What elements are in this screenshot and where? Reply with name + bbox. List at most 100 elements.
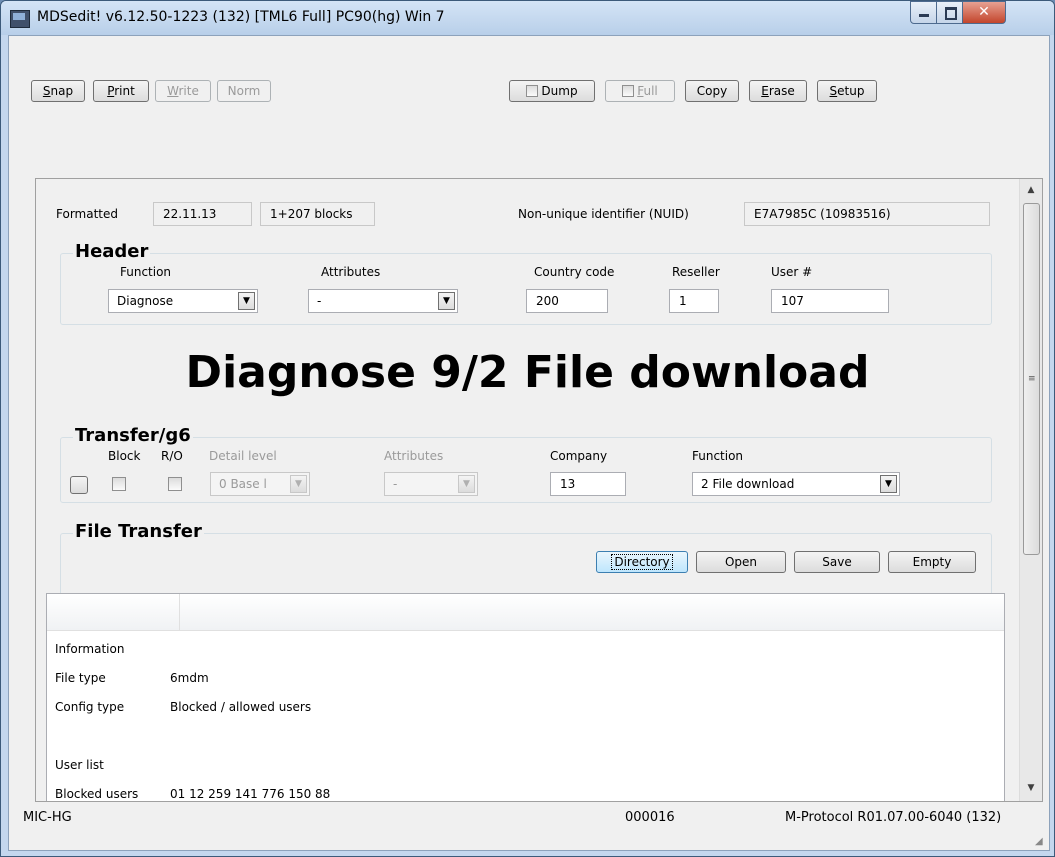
reseller-input[interactable]: 1 [669,289,719,313]
panel-content: Formatted 22.11.13 1+207 blocks Non-uniq… [36,179,1019,801]
snap-button[interactable]: Snap [31,80,85,102]
ro-checkbox[interactable] [168,477,182,491]
save-button[interactable]: Save [794,551,880,573]
print-button[interactable]: Print [93,80,149,102]
country-code-input[interactable]: 200 [526,289,608,313]
minimize-button[interactable] [910,1,938,24]
user-number-input[interactable]: 107 [771,289,889,313]
vertical-scrollbar[interactable]: ▲ ≡ ▼ [1019,179,1042,801]
transfer-attributes-value: - [393,477,398,491]
transfer-attributes-select[interactable]: - ▼ [384,472,478,496]
open-button[interactable]: Open [696,551,786,573]
transfer-function-label: Function [692,449,744,463]
header-function-select[interactable]: Diagnose ▼ [108,289,258,313]
chevron-down-icon: ▼ [438,292,455,310]
maximize-button[interactable] [936,1,964,24]
status-counter: 000016 [625,810,675,825]
erase-mnemonic: E [761,84,769,98]
snap-mnemonic: S [42,84,51,98]
window-title: MDSedit! v6.12.50-1223 (132) [TML6 Full]… [37,9,445,25]
write-mnemonic: W [167,84,179,98]
copy-button[interactable]: Copy [685,80,739,102]
erase-button[interactable]: Erase [749,80,807,102]
chevron-down-icon: ▼ [458,475,475,493]
norm-button[interactable]: Norm [217,80,271,102]
nuid-value: E7A7985C (10983516) [744,202,990,226]
full-checkbox[interactable] [622,85,635,97]
list-item: User list [55,754,170,776]
transfer-title: Transfer/g6 [73,425,193,446]
list-item-value: 6mdm [170,671,209,685]
list-item: File type 6mdm [55,667,209,689]
write-label: rite [178,84,199,98]
function-headline: Diagnose 9/2 File download [185,347,870,398]
company-label: Company [550,449,608,463]
print-label: rint [114,84,135,98]
list-item-value: 01 12 259 141 776 150 88 [170,787,331,801]
dump-toggle[interactable]: Dump [509,80,595,102]
transfer-attributes-label: Attributes [384,449,444,463]
list-item [55,725,170,747]
write-button[interactable]: Write [155,80,211,102]
list-item: Information [55,638,170,660]
detail-level-label: Detail level [209,449,277,463]
detail-level-select[interactable]: 0 Base l ▼ [210,472,310,496]
empty-button[interactable]: Empty [888,551,976,573]
scrollbar-thumb[interactable]: ≡ [1023,203,1040,555]
main-panel: Formatted 22.11.13 1+207 blocks Non-uniq… [35,178,1043,802]
close-button[interactable]: ✕ [962,1,1006,24]
header-title: Header [73,241,151,262]
list-item: Blocked users 01 12 259 141 776 150 88 [55,783,331,801]
erase-label: rase [768,84,795,98]
dump-checkbox[interactable] [526,85,539,97]
header-attributes-value: - [317,294,322,308]
formatted-label: Formatted [56,207,118,221]
transfer-small-button[interactable] [70,476,88,494]
company-input[interactable]: 13 [550,472,626,496]
snap-label: nap [50,84,74,98]
list-item-key: File type [55,671,106,685]
block-checkbox[interactable] [112,477,126,491]
country-code-label: Country code [534,265,615,279]
block-label: Block [108,449,141,463]
transfer-function-value: 2 File download [701,477,795,491]
status-protocol: M-Protocol R01.07.00-6040 (132) [785,810,1002,825]
user-number-label: User # [771,265,813,279]
client-area: Snap Print Write Norm Dump Full Copy Era… [8,35,1050,851]
file-transfer-title: File Transfer [73,521,204,542]
setup-button[interactable]: Setup [817,80,877,102]
nuid-label: Non-unique identifier (NUID) [518,207,689,221]
full-label: ull [643,84,658,98]
file-info-list[interactable]: Information File type 6mdm Config type Block… [46,593,1005,801]
blocks-count: 1+207 blocks [260,202,375,226]
scroll-up-icon[interactable]: ▲ [1020,181,1042,199]
formatted-date: 22.11.13 [153,202,252,226]
resize-grip-icon[interactable]: ◢ [1035,836,1047,848]
list-header-column[interactable] [47,594,180,630]
grip-icon: ≡ [1028,374,1036,384]
transfer-function-select[interactable]: 2 File download ▼ [692,472,900,496]
app-icon[interactable] [10,10,30,28]
list-item: Config type Blocked / allowed users [55,696,311,718]
list-item-value: Blocked / allowed users [170,700,312,714]
header-function-value: Diagnose [117,294,174,308]
detail-level-value: 0 Base l [219,477,267,491]
setup-mnemonic: S [829,84,838,98]
header-attributes-select[interactable]: - ▼ [308,289,458,313]
scroll-down-icon[interactable]: ▼ [1020,779,1042,797]
directory-button[interactable]: Directory [596,551,688,573]
maximize-icon [945,7,957,20]
header-function-label: Function [120,265,172,279]
full-toggle[interactable]: Full [605,80,675,102]
directory-label: Directory [611,554,673,570]
chevron-down-icon: ▼ [290,475,307,493]
close-icon: ✕ [978,4,990,20]
title-bar[interactable]: MDSedit! v6.12.50-1223 (132) [TML6 Full]… [1,1,1054,35]
minimize-icon [919,14,929,17]
status-device: MIC-HG [23,810,72,825]
chevron-down-icon: ▼ [880,475,897,493]
dump-label: Dump [541,84,578,98]
list-item-key: Information [55,642,125,656]
reseller-label: Reseller [672,265,720,279]
app-window: MDSedit! v6.12.50-1223 (132) [TML6 Full]… [0,0,1055,857]
